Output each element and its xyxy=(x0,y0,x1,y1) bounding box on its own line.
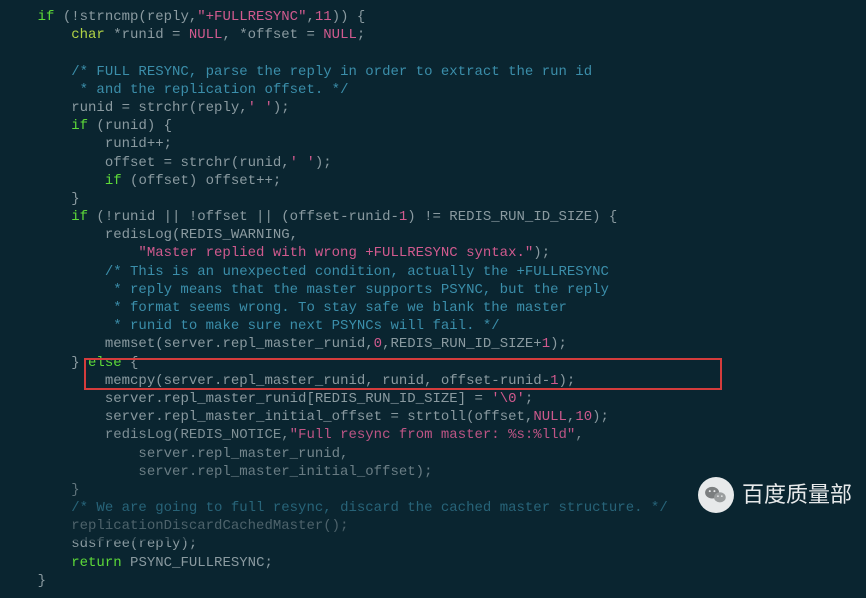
watermark-text: 百度质量部 xyxy=(742,481,852,510)
keyword-char: char xyxy=(71,27,105,43)
keyword-else: else xyxy=(88,355,122,371)
watermark: 百度质量部 xyxy=(698,477,852,513)
comment: /* FULL RESYNC, parse the reply in order… xyxy=(71,64,592,80)
keyword-return: return xyxy=(71,555,121,571)
wechat-icon xyxy=(698,477,734,513)
keyword-if: if xyxy=(38,9,55,25)
